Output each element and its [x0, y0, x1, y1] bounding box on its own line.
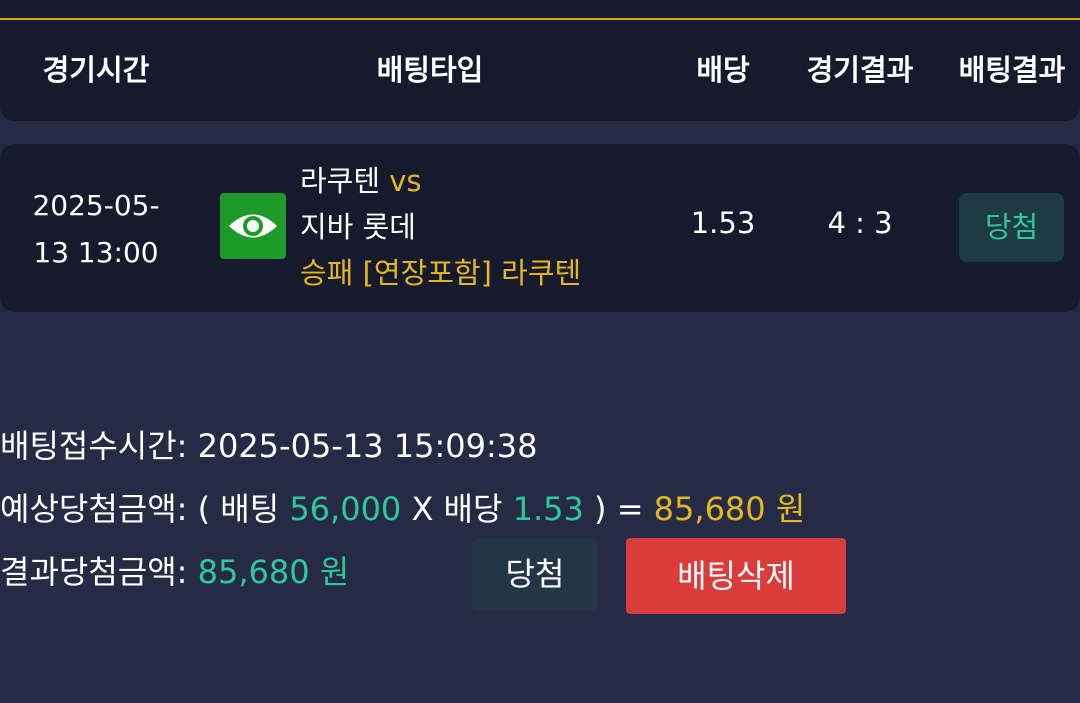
expected-open: ( 배팅 — [197, 490, 280, 528]
game-time-clock: 13 13:00 — [33, 236, 159, 269]
match-teams-line: 라쿠텐 vs — [300, 158, 581, 204]
header-game-result: 경기결과 — [806, 53, 914, 87]
result-amount-row: 결과당첨금액: 85,680 원 — [0, 552, 349, 592]
received-time-row: 배팅접수시간: 2025-05-13 15:09:38 — [0, 426, 537, 466]
odds-value: 1.53 — [690, 206, 756, 240]
game-time: 2025-05- 13 13:00 — [22, 182, 170, 276]
header-bet-type: 배팅타입 — [376, 53, 484, 87]
received-time-value: 2025-05-13 15:09:38 — [197, 427, 538, 465]
game-time-date: 2025-05- — [32, 189, 160, 222]
expected-amount-value: 85,680 원 — [653, 490, 806, 528]
vs-label: vs — [389, 164, 422, 198]
bet-type: 승패 [연장포함] 라쿠텐 — [300, 256, 582, 290]
result-amount-label: 결과당첨금액: — [0, 553, 188, 591]
away-team: 지바 롯데 — [300, 210, 416, 244]
win-status-button[interactable]: 당첨 — [472, 538, 598, 611]
home-team: 라쿠텐 — [300, 164, 381, 198]
view-button[interactable] — [220, 193, 286, 259]
bet-result-badge: 당첨 — [959, 193, 1064, 262]
received-time-label: 배팅접수시간: — [0, 427, 188, 465]
expected-stake: 56,000 — [289, 490, 402, 528]
expected-odds: 1.53 — [512, 490, 584, 528]
result-amount-value: 85,680 원 — [197, 553, 350, 591]
expected-times-odds: X 배당 — [411, 490, 503, 528]
header-bet-result: 배팅결과 — [958, 53, 1066, 87]
match-info: 라쿠텐 vs 지바 롯데 승패 [연장포함] 라쿠텐 — [300, 158, 581, 296]
header-game-time: 경기시간 — [42, 53, 150, 87]
delete-bet-button[interactable]: 배팅삭제 — [626, 538, 846, 614]
expected-amount-row: 예상당첨금액: ( 배팅 56,000 X 배당 1.53 ) = 85,680… — [0, 489, 805, 529]
expected-amount-label: 예상당첨금액: — [0, 490, 188, 528]
expected-close: ) = — [594, 490, 644, 528]
bet-row: 2025-05- 13 13:00 라쿠텐 vs 지바 롯데 승패 [연장포함]… — [0, 144, 1080, 312]
table-header: 경기시간 배팅타입 배당 경기결과 배팅결과 — [0, 20, 1080, 121]
eye-icon — [229, 214, 277, 238]
game-score: 4 : 3 — [827, 206, 893, 240]
header-odds: 배당 — [696, 53, 750, 87]
top-bar — [0, 0, 1080, 20]
